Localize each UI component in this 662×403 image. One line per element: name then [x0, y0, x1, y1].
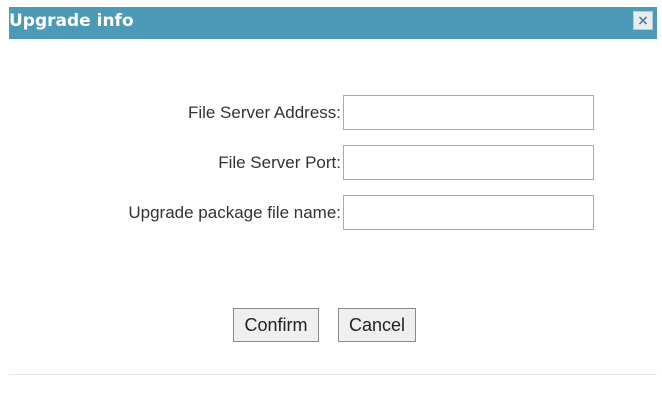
confirm-button[interactable]: Confirm [233, 308, 319, 342]
upgrade-info-dialog: Upgrade info File Server Address: File S… [0, 0, 662, 403]
cancel-button[interactable]: Cancel [338, 308, 416, 342]
close-button[interactable] [633, 11, 653, 30]
file-server-address-label: File Server Address: [187, 103, 341, 122]
file-server-port-input[interactable] [343, 145, 594, 180]
file-server-port-label: File Server Port: [218, 153, 341, 172]
upgrade-package-file-name-input[interactable] [343, 195, 594, 230]
dialog-bottom-divider [9, 374, 657, 375]
upgrade-package-file-name-label: Upgrade package file name: [128, 203, 341, 222]
file-server-address-input[interactable] [343, 95, 594, 130]
dialog-title-bar: Upgrade info [9, 7, 657, 39]
close-icon [638, 16, 648, 25]
dialog-title: Upgrade info [9, 11, 134, 31]
